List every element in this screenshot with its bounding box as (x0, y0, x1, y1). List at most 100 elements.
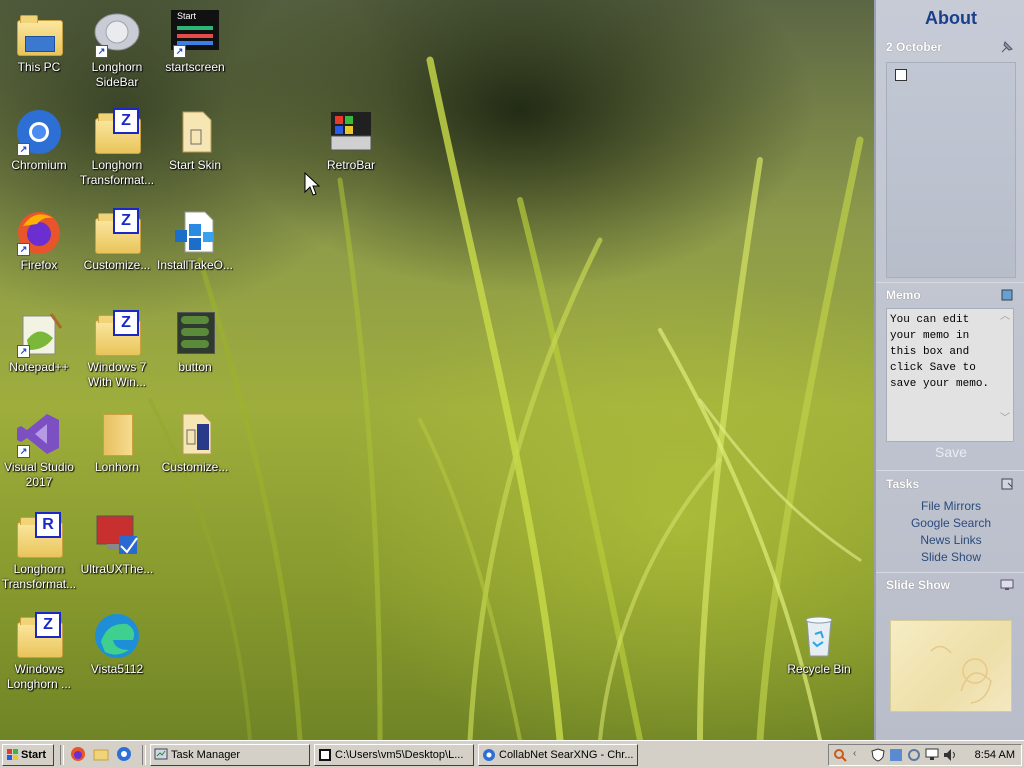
notepadpp-icon: ↗ (15, 310, 63, 358)
icon-label: Customize... (161, 460, 229, 474)
folder-icon: R (15, 512, 63, 560)
desktop-icon-customize-1[interactable]: Z Customize... (78, 208, 156, 273)
chromium-icon[interactable] (116, 746, 132, 762)
clock[interactable]: 8:54 AM (975, 745, 1015, 765)
chromium-icon (483, 749, 495, 761)
calendar-panel[interactable] (886, 62, 1016, 278)
task-link-slide-show[interactable]: Slide Show (876, 550, 1024, 564)
desktop-icon-lonhorn[interactable]: Lonhorn (78, 410, 156, 475)
icon-label: button (178, 360, 212, 374)
monitor-icon (93, 512, 141, 560)
desktop-icon-startscreen[interactable]: Start ↗ startscreen (156, 10, 234, 75)
firefox-icon: ↗ (15, 208, 63, 256)
icon-label: Firefox (20, 258, 58, 272)
icon-label: Customize... (83, 258, 151, 272)
longhorn-sidebar: About 2 October Memo You can edit your m… (874, 0, 1024, 740)
tasks-icon[interactable] (1000, 477, 1014, 491)
search-icon[interactable] (833, 748, 847, 762)
desktop-icon-start-skin[interactable]: Start Skin (156, 108, 234, 173)
desktop-icon-this-pc[interactable]: This PC (0, 10, 78, 75)
document-icon (171, 108, 219, 156)
sidebar-title[interactable]: About (876, 8, 1024, 29)
window-label: CollabNet SearXNG - Chr... (499, 749, 634, 761)
desktop-icon-windows7[interactable]: Z Windows 7 With Win... (78, 310, 156, 390)
folder-icon: Z (93, 208, 141, 256)
taskbar-window-chromium[interactable]: CollabNet SearXNG - Chr... (478, 744, 638, 766)
slideshow-image[interactable] (890, 620, 1012, 712)
memo-textarea[interactable]: You can edit your memo in this box and c… (886, 308, 1014, 442)
icon-label: Visual Studio 2017 (4, 460, 74, 489)
document-icon (171, 410, 219, 458)
icon-label: Recycle Bin (787, 662, 851, 676)
icon-label: startscreen (165, 60, 225, 74)
recycle-bin-icon (795, 612, 843, 660)
window-label: C:\Users\vm5\Desktop\L... (335, 749, 464, 761)
icon-label: Longhorn SideBar (91, 60, 143, 89)
task-link-file-mirrors[interactable]: File Mirrors (876, 499, 1024, 513)
calendar-checkbox[interactable] (895, 69, 907, 81)
sync-icon[interactable] (907, 748, 921, 762)
calendar-date: 2 October (886, 40, 943, 54)
desktop-icon-button[interactable]: button (156, 310, 234, 375)
folder-icon (15, 10, 63, 58)
network-icon[interactable] (925, 748, 939, 762)
icon-label: Longhorn Transformat... (1, 562, 77, 591)
task-link-news-links[interactable]: News Links (876, 533, 1024, 547)
task-manager-icon (154, 748, 168, 760)
taskbar-window-explorer[interactable]: C:\Users\vm5\Desktop\L... (314, 744, 474, 766)
memo-icon[interactable] (1000, 288, 1014, 302)
icon-label: RetroBar (326, 158, 376, 172)
icon-label: Notepad++ (9, 360, 69, 374)
icon-label: UltraUXThe... (80, 562, 154, 576)
memo-save-button[interactable]: Save (886, 444, 1016, 460)
taskbar-window-task-manager[interactable]: Task Manager (150, 744, 310, 766)
desktop-icon-retrobar[interactable]: RetroBar (312, 108, 390, 173)
folder-icon: Z (15, 612, 63, 660)
startscreen-icon: Start ↗ (171, 10, 219, 58)
icon-label: InstallTakeO... (156, 258, 234, 272)
memo-title: Memo (886, 288, 921, 302)
mouse-cursor-icon (304, 172, 320, 196)
desktop-icon-longhorn-sidebar[interactable]: ↗ Longhorn SideBar (78, 10, 156, 90)
7zip-icon (319, 749, 331, 761)
icon-label: Vista5112 (90, 662, 144, 676)
chevron-left-icon[interactable]: ‹ (853, 748, 867, 762)
icon-label: Chromium (11, 158, 67, 172)
slideshow-title: Slide Show (886, 578, 951, 592)
desktop-icon-ultrauxthemepatcher[interactable]: UltraUXThe... (78, 512, 156, 577)
notification-area: ‹ 8:54 AM (828, 744, 1022, 766)
desktop-icon-visual-studio[interactable]: ↗ Visual Studio 2017 (0, 410, 78, 490)
sidebar-app-icon: ↗ (93, 10, 141, 58)
volume-icon[interactable] (943, 748, 957, 762)
task-link-google-search[interactable]: Google Search (876, 516, 1024, 530)
scroll-down-icon[interactable]: ﹀ (998, 412, 1012, 428)
desktop-icon-customize-2[interactable]: Customize... (156, 410, 234, 475)
window-label: Task Manager (171, 749, 241, 761)
desktop-icon-vista5112[interactable]: Vista5112 (78, 612, 156, 677)
desktop-icon-windows-longhorn[interactable]: Z Windows Longhorn ... (0, 612, 78, 692)
desktop-icon-recycle-bin[interactable]: Recycle Bin (780, 612, 858, 677)
shield-icon[interactable] (871, 748, 885, 762)
desktop-icon-firefox[interactable]: ↗ Firefox (0, 208, 78, 273)
app-tray-icon[interactable] (889, 748, 903, 762)
desktop-icon-installtakeownership[interactable]: InstallTakeO... (156, 208, 234, 273)
taskbar: Start Task Manager C:\Users\vm5\Desktop\… (0, 740, 1024, 768)
pin-icon[interactable] (1000, 40, 1014, 54)
firefox-icon[interactable] (70, 746, 86, 762)
tasks-title: Tasks (886, 477, 920, 491)
start-button[interactable]: Start (2, 744, 54, 766)
folder-icon: Z (93, 310, 141, 358)
desktop[interactable]: This PC ↗ Chromium ↗ Firefox ↗ Notepad++… (0, 0, 874, 740)
monitor-icon[interactable] (1000, 578, 1014, 592)
desktop-icon-chromium[interactable]: ↗ Chromium (0, 108, 78, 173)
icon-label: Longhorn Transformat... (79, 158, 155, 187)
icon-label: Windows 7 With Win... (87, 360, 147, 389)
folder-icon[interactable] (93, 746, 109, 762)
folder-icon (93, 410, 141, 458)
desktop-icon-longhorn-transformation[interactable]: Z Longhorn Transformat... (78, 108, 156, 188)
desktop-icon-notepadpp[interactable]: ↗ Notepad++ (0, 310, 78, 375)
desktop-icon-longhorn-transformation-r[interactable]: R Longhorn Transformat... (0, 512, 78, 592)
chromium-icon: ↗ (15, 108, 63, 156)
scroll-up-icon[interactable]: ︿ (998, 310, 1012, 326)
memo-scrollbar[interactable]: ︿ ﹀ (998, 310, 1012, 440)
